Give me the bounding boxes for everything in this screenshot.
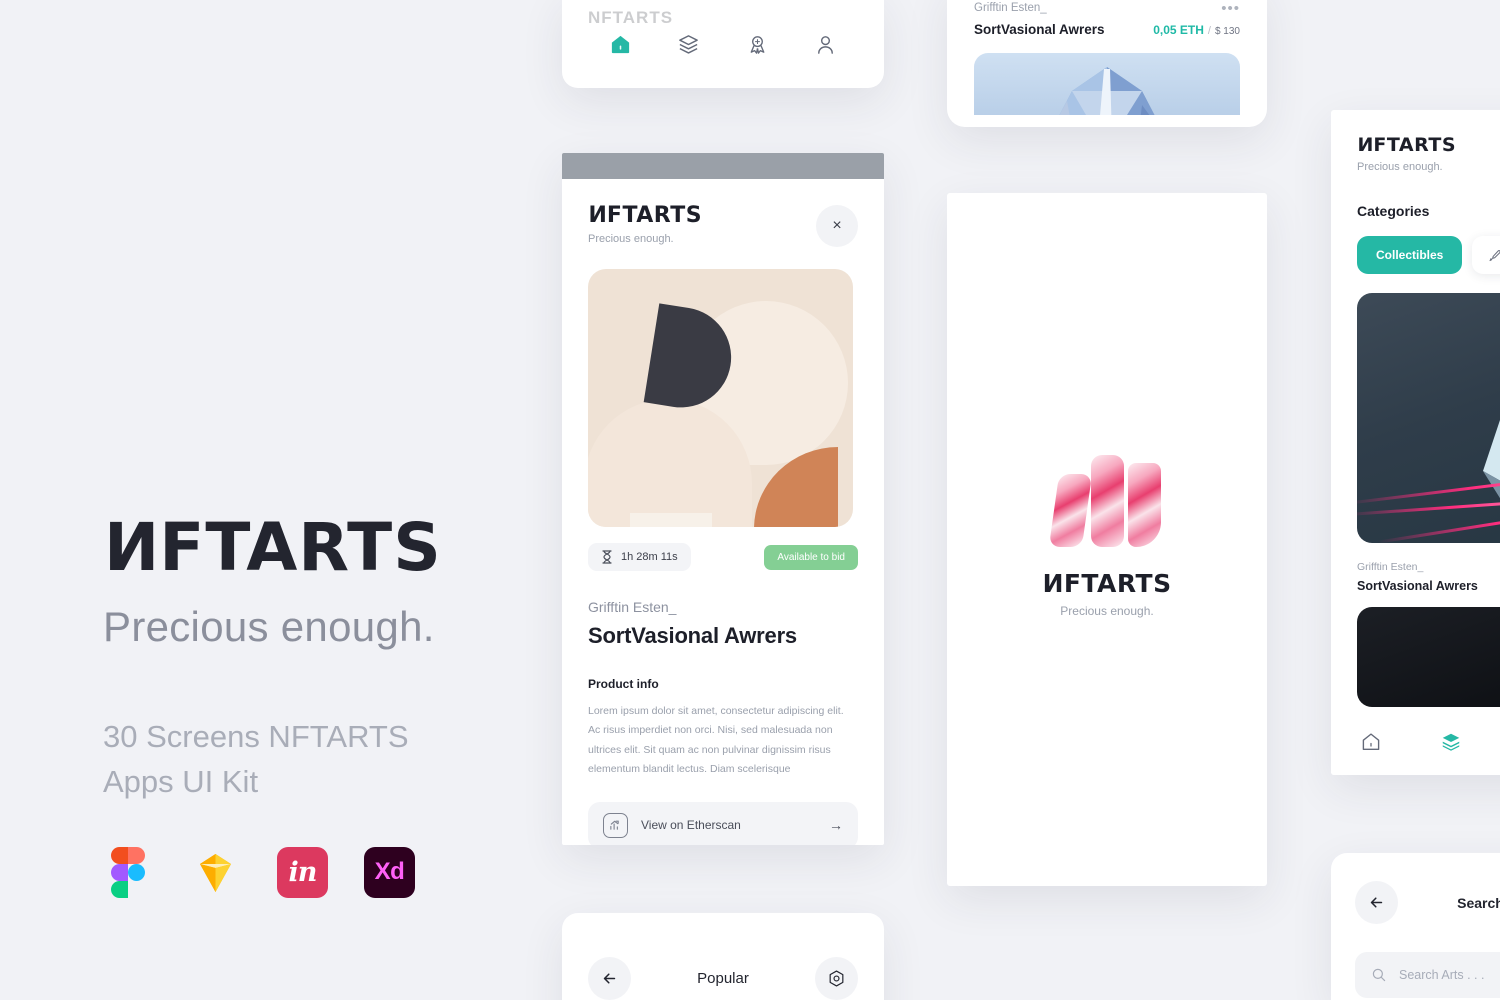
brand-logo-prefix: N <box>103 509 160 586</box>
brush-icon <box>1489 249 1500 261</box>
categories-brand-prefix: N <box>1357 134 1374 156</box>
categories-brand-logo: NFTARTS <box>1357 134 1500 156</box>
search-title: Search <box>1457 894 1500 911</box>
detail-brand-logo: NFTARTS <box>588 203 703 228</box>
detail-brand-rest: FTARTS <box>606 203 703 228</box>
product-info-heading: Product info <box>588 677 659 691</box>
arrow-right-icon: → <box>829 817 843 834</box>
splash-screen: NFTARTS Precious enough. <box>947 193 1267 886</box>
auction-timer-label: 1h 28m 11s <box>621 551 678 563</box>
prism-icon <box>1483 420 1500 499</box>
presentation-stage: NFTARTS Precious enough. 30 Screens NFTA… <box>0 0 1500 1000</box>
hero-block: NFTARTS Precious enough. 30 Screens NFTA… <box>103 509 533 898</box>
xd-icon: Xd <box>364 846 415 898</box>
nft-card-preview: Grifftin Esten_ ••• SortVasional Awrers … <box>947 0 1267 127</box>
tab-collections[interactable] <box>1439 730 1463 754</box>
splash-brand-rest: FTARTS <box>1063 569 1172 598</box>
category-artwork-dark <box>1357 607 1500 707</box>
category-chip-art[interactable]: Art <box>1472 236 1500 274</box>
tab-bar <box>562 32 884 56</box>
search-placeholder: Search Arts . . . <box>1399 968 1485 982</box>
back-button[interactable] <box>1355 881 1398 924</box>
app-format-icons: in Xd <box>103 846 533 898</box>
categories-heading: Categories <box>1357 203 1430 219</box>
etherscan-label: View on Etherscan <box>641 818 741 833</box>
search-icon <box>1372 968 1386 982</box>
popular-header: Popular <box>562 913 884 1000</box>
invision-icon: in <box>277 846 328 898</box>
popular-screen: Popular <box>562 913 884 1000</box>
popular-title: Popular <box>697 970 749 987</box>
back-button[interactable] <box>588 957 631 1000</box>
card-price-usd: $ 130 <box>1214 26 1240 37</box>
tab-home[interactable] <box>608 32 632 56</box>
auction-meta-row: 1h 28m 11s Available to bid <box>588 543 858 571</box>
categories-tab-bar <box>1331 709 1500 775</box>
categories-brand-rest: FTARTS <box>1373 134 1456 156</box>
detail-brand-tagline: Precious enough. <box>588 233 674 245</box>
sketch-icon <box>190 847 241 898</box>
product-description: Lorem ipsum dolor sit amet, consectetur … <box>588 705 844 776</box>
brand-tagline: Precious enough. <box>103 603 435 650</box>
kit-subtitle: 30 Screens NFTARTS Apps UI Kit <box>103 715 533 805</box>
arrow-left-icon <box>603 973 616 984</box>
tab-home[interactable] <box>1359 730 1383 754</box>
close-icon: × <box>832 217 842 234</box>
card-price-group: 0,05 ETH / $ 130 <box>1153 21 1240 39</box>
kit-subtitle-line2: Apps UI Kit <box>103 763 259 799</box>
bid-status-badge: Available to bid <box>764 544 858 570</box>
detail-brand-prefix: N <box>588 203 607 228</box>
category-card-title: SortVasional Awrers <box>1357 579 1478 593</box>
bottom-nav-preview-screen: NFTARTS <box>562 0 884 88</box>
chart-icon <box>603 812 628 838</box>
detail-brand: NFTARTS Precious enough. <box>588 203 703 245</box>
gem-icon <box>1059 67 1155 115</box>
tab-profile[interactable] <box>814 32 838 56</box>
hexagon-settings-icon <box>829 970 844 987</box>
product-title: SortVasional Awrers <box>588 623 797 648</box>
brand-logo-rest: FTARTS <box>159 509 442 586</box>
category-chip-collectibles[interactable]: Collectibles <box>1357 236 1463 274</box>
arrow-left-icon <box>1370 897 1383 908</box>
product-artwork <box>588 269 853 527</box>
splash-tagline: Precious enough. <box>1060 604 1154 618</box>
category-chip-list: Collectibles Art <box>1357 236 1500 274</box>
view-on-etherscan-button[interactable]: View on Etherscan → <box>588 801 858 845</box>
card-menu-icon[interactable]: ••• <box>1221 1 1240 16</box>
nav-ghost-label: NFTARTS <box>588 8 674 27</box>
category-card-owner: Grifftin Esten_ <box>1357 561 1424 573</box>
brand-logo: NFTARTS <box>103 509 533 586</box>
invision-label: in <box>288 856 318 888</box>
category-artwork-prism <box>1357 293 1500 543</box>
tab-collections[interactable] <box>677 32 701 56</box>
settings-button[interactable] <box>815 957 858 1000</box>
search-screen: Search Search Arts . . . <box>1331 853 1500 1000</box>
screen-status-bar <box>562 153 884 179</box>
figma-icon <box>103 846 154 898</box>
card-title: SortVasional Awrers <box>974 22 1105 37</box>
tab-rewards[interactable] <box>745 32 769 56</box>
xd-label: Xd <box>374 858 405 886</box>
search-header: Search <box>1331 853 1500 924</box>
product-owner: Grifftin Esten_ <box>588 599 677 615</box>
card-owner: Grifftin Esten_ <box>974 2 1047 14</box>
card-artwork-gem <box>974 53 1240 115</box>
card-price-eth: 0,05 ETH <box>1153 23 1204 37</box>
kit-subtitle-line1: 30 Screens NFTARTS <box>103 719 409 754</box>
splash-brand-logo: NFTARTS <box>947 569 1267 598</box>
close-button[interactable]: × <box>816 205 858 247</box>
card-price-separator: / <box>1207 25 1211 37</box>
splash-brand-prefix: N <box>1042 569 1064 598</box>
product-detail-screen: NFTARTS Precious enough. × 1h 28m 11s Av… <box>562 153 884 845</box>
categories-brand-tagline: Precious enough. <box>1357 161 1443 173</box>
hourglass-icon <box>602 550 612 564</box>
brand-monogram-icon <box>947 455 1267 547</box>
search-input[interactable]: Search Arts . . . <box>1355 952 1500 998</box>
splash-content: NFTARTS Precious enough. <box>947 455 1267 618</box>
auction-timer: 1h 28m 11s <box>588 543 691 571</box>
categories-screen: NFTARTS Precious enough. Categories Coll… <box>1331 110 1500 775</box>
